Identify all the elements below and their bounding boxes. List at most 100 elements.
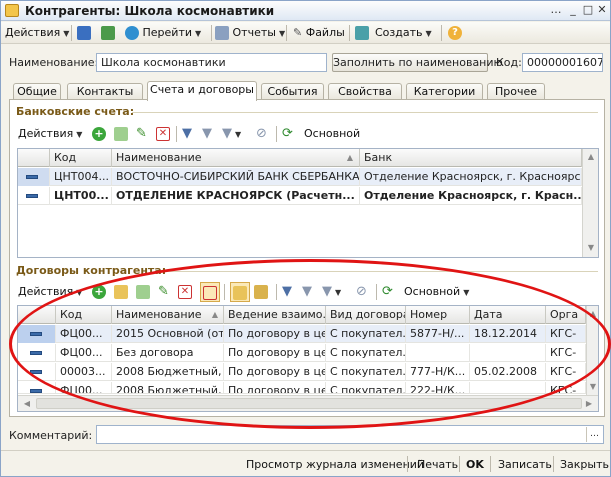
column-header-name[interactable]: Наименование ▲ [112,306,224,324]
tab-contacts[interactable]: Контакты [67,83,143,100]
files-button[interactable]: ✎ Файлы [293,25,345,41]
column-header-name[interactable]: Наименование ▲ [112,149,360,167]
save-close-icon[interactable] [77,25,91,41]
horizontal-scrollbar[interactable]: ◀ ▶ [18,395,598,411]
table-row[interactable]: ФЦ00... 2015 Основной (от... По договору… [18,325,586,343]
scroll-thumb[interactable] [36,398,582,409]
column-header-kind[interactable]: Вид договора [326,306,406,324]
go-menu[interactable]: Перейти ▼ [125,25,201,41]
column-header-date[interactable]: Дата [470,306,546,324]
reports-menu[interactable]: Отчеты ▼ [215,25,285,41]
copy-icon[interactable] [114,126,128,142]
row-marker-icon [30,370,42,374]
code-label: Код: [496,56,522,69]
scroll-left-icon[interactable]: ◀ [20,399,34,408]
close-button[interactable]: Закрыть [560,458,609,471]
column-header-mode[interactable]: Ведение взаимо... [224,306,326,324]
column-header-bank[interactable]: Банк [360,149,582,167]
hierarchy-icon[interactable] [230,282,250,302]
tab-other[interactable]: Прочее [487,83,545,100]
cell-org: КГС- [546,344,586,362]
comment-field[interactable] [96,425,604,444]
print-button[interactable]: Печать [417,458,458,471]
table-row[interactable]: ФЦ00... 2008 Бюджетный, р... По договору… [18,382,586,394]
code-field[interactable]: 000000016078 [522,53,603,72]
help-icon[interactable]: … [549,4,563,17]
structure-icon[interactable] [355,25,369,41]
table-row[interactable]: ЦНТ004... ВОСТОЧНО-СИБИРСКИЙ БАНК СБЕРБА… [18,168,582,186]
minimize-icon[interactable]: _ [566,4,580,17]
help-button[interactable]: ? [448,25,462,41]
refresh-icon[interactable]: ⟳ [282,126,293,142]
copy-icon[interactable] [136,284,150,300]
refresh-icon[interactable]: ⟳ [382,284,393,300]
scroll-down-icon[interactable]: ▼ [586,382,598,391]
maximize-icon[interactable]: □ [581,4,595,17]
tab-properties[interactable]: Свойства [328,83,402,100]
delete-icon[interactable]: ✕ [156,126,170,142]
filter-dropdown-icon[interactable]: ▼ ▼ [322,284,341,300]
window-title: Контрагенты: Школа космонавтики [25,4,275,18]
filter-icon[interactable]: ▼ [282,284,292,300]
cell-org: КГС- [546,382,586,393]
name-field[interactable]: Школа космонавтики [96,53,327,72]
column-header-number[interactable]: Номер [406,306,470,324]
vertical-scrollbar[interactable]: ▲ ▼ [586,306,598,396]
table-row[interactable]: ЦНТ00... ОТДЕЛЕНИЕ КРАСНОЯРСК (Расчетн..… [18,187,582,205]
scroll-up-icon[interactable]: ▲ [586,309,598,318]
tab-strip: Общие Контакты Счета и договоры События … [1,81,611,101]
delete-icon[interactable]: ✕ [178,284,192,300]
comment-expand-button[interactable]: … [586,427,602,442]
table-row[interactable]: ФЦ00... Без договора По договору в це...… [18,344,586,362]
filter-list-icon[interactable]: ▼ [302,284,312,300]
filter-icon[interactable]: ▼ [182,126,192,142]
contracts-main-menu[interactable]: Основной ▼ [404,284,469,300]
column-header-org[interactable]: Орга [546,306,586,324]
tab-general[interactable]: Общие [13,83,61,100]
filter-list-icon[interactable]: ▼ [202,126,212,142]
save-icon[interactable] [101,25,115,41]
save-button[interactable]: Записать [498,458,552,471]
main-toolbar: Действия ▼ Перейти ▼ Отчеты ▼ ✎ Файлы Созда… [1,22,610,44]
close-icon[interactable]: ✕ [595,4,609,17]
column-header-code[interactable]: Код [56,306,112,324]
bank-main-button[interactable]: Основной [304,126,360,142]
filter-dropdown-icon[interactable]: ▼ ▼ [222,126,241,142]
clear-filter-icon[interactable]: ⊘ [356,284,367,300]
scroll-right-icon[interactable]: ▶ [582,399,596,408]
cell-org: КГС- [546,325,586,343]
row-marker-icon [30,389,42,393]
column-header-code[interactable]: Код [50,149,112,167]
add-icon[interactable]: + [92,284,106,300]
scroll-down-icon[interactable]: ▼ [584,243,598,252]
form-window: Контрагенты: Школа космонавтики … _ □ ✕ … [0,0,611,477]
mark-deletion-icon[interactable] [200,282,220,302]
add-folder-icon[interactable] [114,284,128,300]
change-log-link[interactable]: Просмотр журнала изменений [246,458,424,471]
bank-actions-menu[interactable]: Действия ▼ [18,126,82,142]
tab-categories[interactable]: Категории [406,83,483,100]
actions-menu[interactable]: Действия ▼ [5,25,69,41]
row-marker-icon [30,351,42,355]
add-icon[interactable]: + [92,126,106,142]
cell-code: ФЦ00... [56,344,112,362]
toolbar-separator [286,25,287,41]
vertical-scrollbar[interactable]: ▲ ▼ [582,149,598,257]
cell-name: 2015 Основной (от... [112,325,224,343]
table-row[interactable]: 00003... 2008 Бюджетный, р... По договор… [18,363,586,381]
clear-filter-icon[interactable]: ⊘ [256,126,267,142]
tab-panel: Банковские счета: Действия ▼ + ✎ ✕ ▼ ▼ ▼ ▼… [9,99,605,417]
fill-by-name-button[interactable]: Заполнить по наименованию [332,53,503,72]
tab-events[interactable]: События [261,83,324,100]
tab-accounts-contracts[interactable]: Счета и договоры [147,81,257,101]
bank-accounts-table: Код Наименование ▲ Банк ЦНТ004... ВОСТОЧН… [17,148,599,258]
ok-button[interactable]: OK [466,458,484,471]
create-menu[interactable]: Создать ▼ [375,25,432,41]
edit-icon[interactable]: ✎ [158,284,169,300]
row-marker-icon [30,332,42,336]
level-up-icon[interactable] [254,284,268,300]
contracts-actions-menu[interactable]: Действия ▼ [18,284,82,300]
scroll-up-icon[interactable]: ▲ [584,152,598,161]
cell-date: 05.02.2008 [470,363,546,381]
edit-icon[interactable]: ✎ [136,126,147,142]
